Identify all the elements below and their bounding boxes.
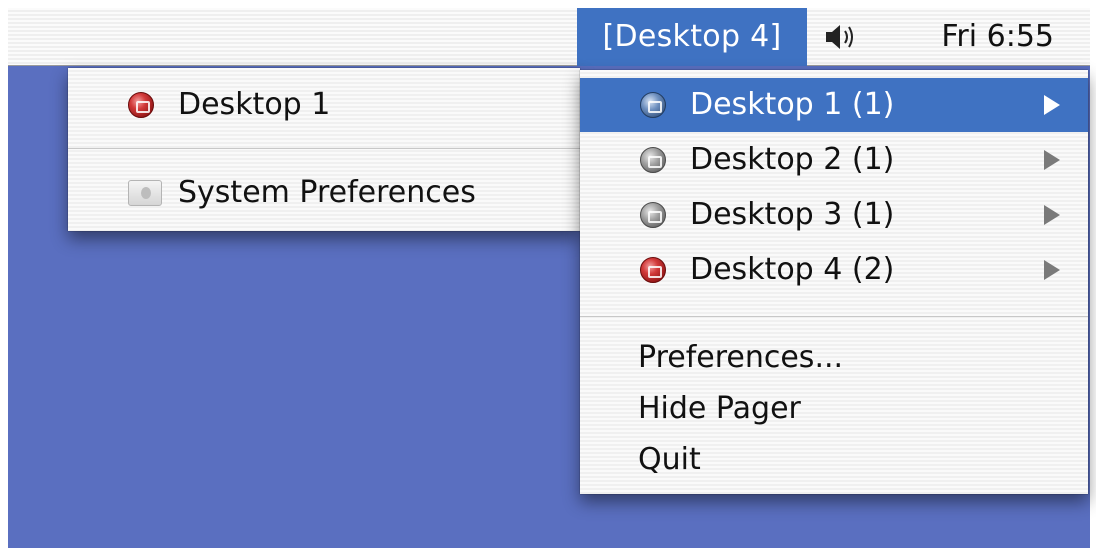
desktop-window-menu: Desktop 1 System Preferences (68, 68, 580, 231)
menu-item-desktop-4-submenu[interactable]: Desktop 4 (2) (580, 243, 1088, 297)
gray-desktop-icon (640, 147, 666, 173)
menu-item-label: Preferences... (638, 340, 844, 375)
menu-item-desktop-2-submenu[interactable]: Desktop 2 (1) (580, 133, 1088, 187)
menu-item-label: Desktop 1 (1) (690, 87, 895, 122)
pager-menu: Desktop 1 (1) Desktop 2 (1) Desktop 3 (1… (580, 70, 1088, 494)
red-desktop-icon (640, 257, 666, 283)
submenu-arrow-icon (1044, 150, 1060, 170)
submenu-arrow-icon (1044, 205, 1060, 225)
menu-item-quit[interactable]: Quit (580, 433, 1088, 487)
menu-item-label: Hide Pager (638, 391, 801, 426)
blue-desktop-icon (640, 92, 666, 118)
menu-separator (580, 316, 1088, 317)
menu-item-label: Quit (638, 442, 701, 477)
submenu-arrow-icon (1044, 260, 1060, 280)
system-preferences-icon (128, 180, 162, 206)
menu-item-label: System Preferences (178, 175, 476, 210)
red-desktop-icon (128, 92, 154, 118)
menu-bar-clock[interactable]: Fri 6:55 (872, 8, 1082, 66)
menu-item-desktop-1-submenu[interactable]: Desktop 1 (1) (580, 78, 1088, 132)
menu-item-hide-pager[interactable]: Hide Pager (580, 382, 1088, 436)
menu-item-system-preferences[interactable]: System Preferences (68, 166, 580, 220)
menu-item-preferences[interactable]: Preferences... (580, 331, 1088, 385)
menu-item-desktop-3-submenu[interactable]: Desktop 3 (1) (580, 188, 1088, 242)
menu-item-desktop-1[interactable]: Desktop 1 (68, 78, 580, 132)
menu-item-label: Desktop 2 (1) (690, 142, 895, 177)
menu-item-label: Desktop 3 (1) (690, 197, 895, 232)
current-desktop-menu-title[interactable]: [Desktop 4] (577, 8, 807, 66)
gray-desktop-icon (640, 202, 666, 228)
speaker-icon[interactable] (822, 20, 862, 54)
menu-item-label: Desktop 1 (178, 87, 331, 122)
menu-separator (68, 148, 580, 149)
submenu-arrow-icon (1044, 95, 1060, 115)
menu-item-label: Desktop 4 (2) (690, 252, 895, 287)
